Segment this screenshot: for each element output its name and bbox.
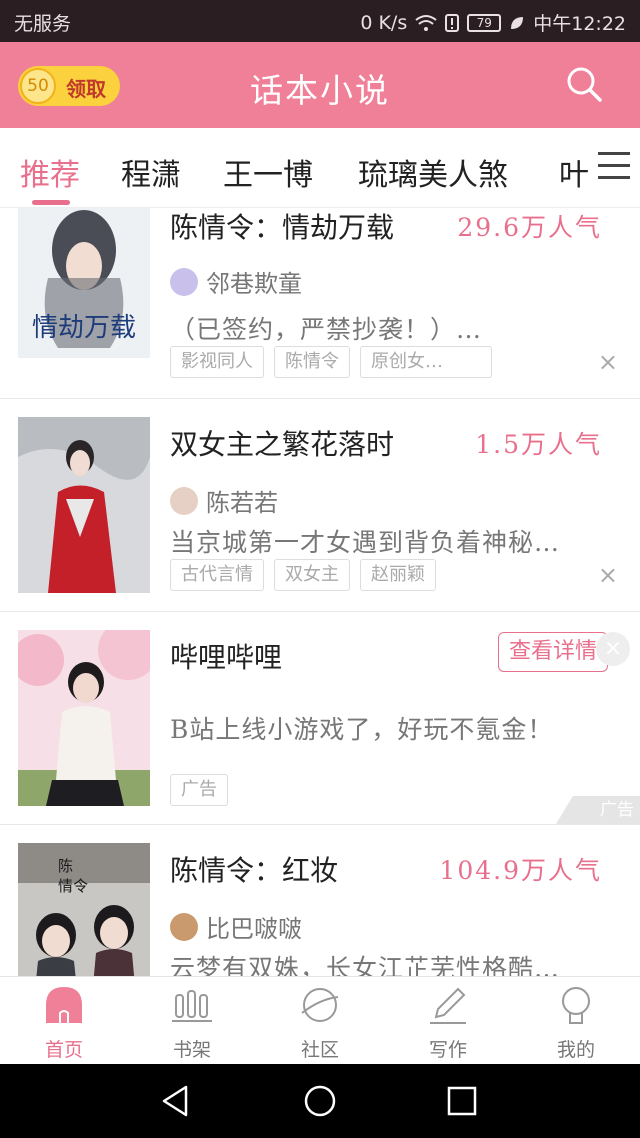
tag[interactable]: 古代言情 <box>170 559 264 591</box>
book-description: 当京城第一才女遇到背负着神秘… <box>170 528 561 557</box>
tag[interactable]: 赵丽颖 <box>360 559 436 591</box>
tag-list: 影视同人 陈情令 原创女… <box>170 346 492 378</box>
search-icon[interactable] <box>564 64 604 104</box>
tab-ye[interactable]: 叶 <box>559 150 589 194</box>
author-row[interactable]: 邻巷欺童 <box>170 264 302 299</box>
tag[interactable]: 双女主 <box>274 559 350 591</box>
carrier-label: 无服务 <box>14 13 72 35</box>
profile-icon <box>562 987 590 1024</box>
system-nav-bar <box>0 1064 640 1138</box>
tag-list: 古代言情 双女主 赵丽颖 <box>170 559 436 591</box>
bottom-nav: 首页 书架 社区 写作 我的 <box>0 976 640 1064</box>
tab-cheng-xiao[interactable]: 程潇 <box>121 150 181 194</box>
author-name: 比巴啵啵 <box>206 915 302 943</box>
nav-bookshelf[interactable]: 书架 <box>128 983 256 1062</box>
tab-wang-yibo[interactable]: 王一博 <box>223 150 313 194</box>
author-name: 陈若若 <box>206 489 278 517</box>
view-details-button[interactable]: 查看详情 <box>498 632 608 672</box>
author-avatar <box>170 912 198 941</box>
clock: 中午12:22 <box>533 13 626 35</box>
book-card[interactable]: 双女主之繁花落时 1.5万人气 陈若若 当京城第一才女遇到背负着神秘… 古代言情… <box>0 399 640 612</box>
nav-label: 社区 <box>300 1039 339 1061</box>
book-feed[interactable]: 情劫万载 陈情令：情劫万载 29.6万人气 邻巷欺童 （已签约，严禁抄袭！）… … <box>0 208 640 976</box>
dismiss-button[interactable]: × <box>598 563 618 587</box>
bookshelf-icon <box>172 990 212 1022</box>
popularity-count: 1.5万人气 <box>475 430 602 459</box>
svg-text:情令: 情令 <box>58 877 88 895</box>
book-description: 云梦有双姝，长女江芷芜性格酷… <box>170 954 561 976</box>
status-icons: 0 K/s 79 中午12:22 <box>360 9 626 36</box>
author-name: 邻巷欺童 <box>206 270 302 298</box>
author-row[interactable]: 比巴啵啵 <box>170 909 302 944</box>
book-cover: 陈 情令 <box>18 843 150 976</box>
dismiss-button[interactable]: × <box>598 350 618 374</box>
svg-text:陈: 陈 <box>58 857 73 875</box>
nav-label: 书架 <box>172 1039 211 1061</box>
tab-liuli[interactable]: 琉璃美人煞 <box>358 150 508 194</box>
tag-list: 广告 <box>170 774 228 806</box>
svg-text:情劫万载: 情劫万载 <box>32 313 136 343</box>
app-header: 50 领取 话本小说 <box>0 42 640 128</box>
home-icon <box>46 987 82 1023</box>
ad-card[interactable]: 哔哩哔哩 查看详情 × B站上线小游戏了，好玩不氪金！ 广告 广告 <box>0 612 640 825</box>
leaf-icon <box>511 16 524 29</box>
ad-description: B站上线小游戏了，好玩不氪金！ <box>170 715 554 744</box>
home-circle-icon[interactable] <box>302 1083 338 1119</box>
book-title[interactable]: 陈情令：情劫万载 <box>170 208 394 246</box>
book-cover <box>18 417 150 593</box>
alert-icon <box>445 13 460 32</box>
wifi-icon <box>415 14 437 31</box>
popularity-count: 29.6万人气 <box>457 213 602 242</box>
recents-icon[interactable] <box>444 1083 480 1119</box>
category-tabs: 推荐 程潇 王一博 琉璃美人煞 叶 <box>0 128 640 208</box>
tag[interactable]: 影视同人 <box>170 346 264 378</box>
status-bar: 无服务 0 K/s 79 中午12:22 <box>0 0 640 42</box>
tab-recommend[interactable]: 推荐 <box>20 150 80 194</box>
book-card[interactable]: 情劫万载 陈情令：情劫万载 29.6万人气 邻巷欺童 （已签约，严禁抄袭！）… … <box>0 208 640 399</box>
planet-icon <box>301 988 339 1022</box>
tag[interactable]: 陈情令 <box>274 346 350 378</box>
nav-label: 写作 <box>428 1039 467 1061</box>
app-title: 话本小说 <box>250 71 390 110</box>
battery-icon: 79 <box>467 13 502 32</box>
book-cover: 情劫万载 <box>18 208 150 358</box>
network-speed: 0 K/s <box>360 11 408 34</box>
ad-title[interactable]: 哔哩哔哩 <box>170 636 282 676</box>
author-avatar <box>170 486 198 515</box>
nav-label: 我的 <box>556 1039 595 1061</box>
book-card[interactable]: 陈 情令 陈情令：红妆 104.9万人气 比巴啵啵 云梦有双姝，长女江芷芜性格酷… <box>0 825 640 976</box>
popularity-count: 104.9万人气 <box>439 856 602 885</box>
nav-community[interactable]: 社区 <box>256 983 384 1062</box>
book-title[interactable]: 双女主之繁花落时 <box>170 423 394 463</box>
nav-label: 首页 <box>44 1039 83 1061</box>
nav-profile[interactable]: 我的 <box>512 983 640 1062</box>
pencil-icon <box>430 987 466 1024</box>
nav-home[interactable]: 首页 <box>0 983 128 1062</box>
menu-icon[interactable] <box>598 152 630 182</box>
author-row[interactable]: 陈若若 <box>170 483 278 518</box>
ad-tag: 广告 <box>170 774 228 806</box>
book-title[interactable]: 陈情令：红妆 <box>170 849 338 889</box>
author-avatar <box>170 267 198 296</box>
tab-active-indicator <box>32 200 70 205</box>
nav-write[interactable]: 写作 <box>384 983 512 1062</box>
back-icon[interactable] <box>158 1083 194 1119</box>
ad-mark: 广告 <box>556 796 640 824</box>
ad-close-button[interactable]: × <box>596 632 630 666</box>
ad-cover <box>18 630 150 806</box>
book-description: （已签约，严禁抄袭！）… <box>170 315 483 344</box>
tag[interactable]: 原创女… <box>360 346 492 378</box>
